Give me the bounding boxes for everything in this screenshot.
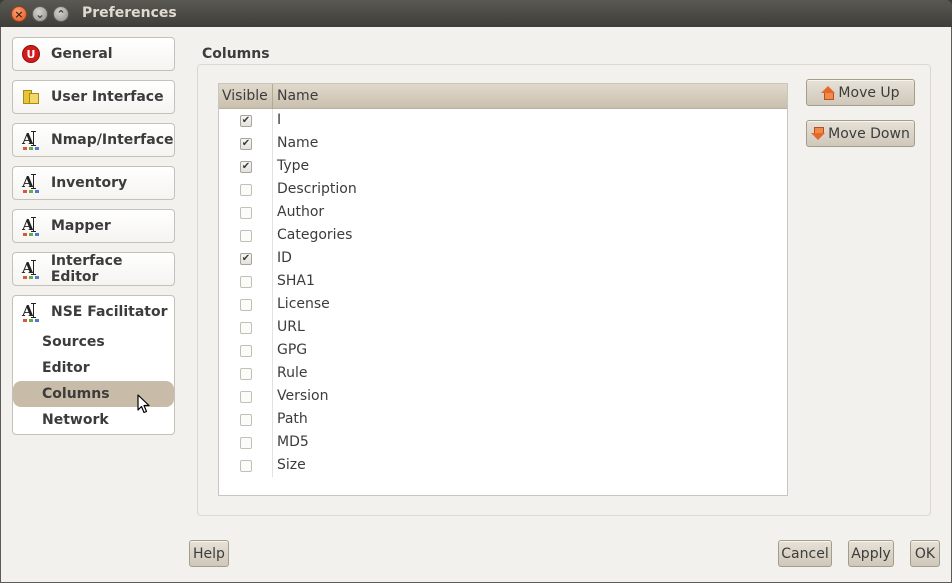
font-icon: A xyxy=(20,215,42,237)
column-row[interactable]: License xyxy=(219,294,787,317)
move-down-label: Move Down xyxy=(828,125,910,142)
name-column-header[interactable]: Name xyxy=(273,88,318,104)
font-icon: A xyxy=(20,172,42,194)
apply-button[interactable]: Apply xyxy=(848,540,894,567)
column-name: SHA1 xyxy=(277,273,315,289)
category-interface-editor-button[interactable]: A Interface Editor xyxy=(12,252,175,286)
column-row[interactable]: SHA1 xyxy=(219,271,787,294)
font-icon: A xyxy=(20,129,42,151)
close-window-button[interactable]: × xyxy=(11,6,27,22)
visible-checkbox[interactable] xyxy=(240,345,252,357)
category-label: User Interface xyxy=(51,89,164,105)
nse-item-sources[interactable]: Sources xyxy=(13,329,174,355)
arrow-down-icon xyxy=(811,126,826,141)
visible-column-header[interactable]: Visible xyxy=(219,83,273,109)
column-name: Categories xyxy=(277,227,353,243)
visible-checkbox[interactable]: ✔ xyxy=(240,115,252,127)
cancel-button[interactable]: Cancel xyxy=(778,540,832,567)
visible-checkbox[interactable] xyxy=(240,322,252,334)
visible-checkbox[interactable] xyxy=(240,460,252,472)
window-title: Preferences xyxy=(82,5,177,21)
columns-list-header: Visible Name xyxy=(219,83,787,109)
column-row[interactable]: Version xyxy=(219,386,787,409)
column-name: I xyxy=(277,112,282,128)
category-label: Nmap/Interface xyxy=(51,132,174,148)
nse-item-label: Columns xyxy=(42,386,110,402)
category-inventory-button[interactable]: A Inventory xyxy=(12,166,175,200)
move-up-button[interactable]: Move Up xyxy=(806,79,915,106)
category-user-interface-button[interactable]: User Interface xyxy=(12,80,175,114)
column-name: License xyxy=(277,296,330,312)
column-row[interactable]: GPG xyxy=(219,340,787,363)
umit-logo-icon: U xyxy=(20,43,42,65)
column-row[interactable]: Author xyxy=(219,202,787,225)
nse-item-network[interactable]: Network xyxy=(13,407,174,433)
visible-checkbox[interactable] xyxy=(240,437,252,449)
title-bar: × ⌄ ⌃ Preferences xyxy=(0,0,952,27)
column-row[interactable]: Categories xyxy=(219,225,787,248)
column-name: ID xyxy=(277,250,292,266)
category-label: Inventory xyxy=(51,175,128,191)
columns-frame-title: Columns xyxy=(202,46,274,62)
maximize-window-button[interactable]: ⌃ xyxy=(53,6,69,22)
visible-checkbox[interactable] xyxy=(240,276,252,288)
column-name: Size xyxy=(277,457,306,473)
column-row[interactable]: Rule xyxy=(219,363,787,386)
column-row[interactable]: ✔ Type xyxy=(219,156,787,179)
preferences-window: U General User Interface A Nmap/Interfac… xyxy=(0,27,952,583)
column-row[interactable]: URL xyxy=(219,317,787,340)
visible-checkbox[interactable] xyxy=(240,414,252,426)
category-nmap-interface-button[interactable]: A Nmap/Interface xyxy=(12,123,175,157)
visible-checkbox[interactable] xyxy=(240,391,252,403)
category-nse-facilitator-button[interactable]: A NSE Facilitator xyxy=(13,296,174,328)
help-button[interactable]: Help xyxy=(189,540,229,567)
visible-checkbox[interactable]: ✔ xyxy=(240,138,252,150)
column-row[interactable]: MD5 xyxy=(219,432,787,455)
column-name: MD5 xyxy=(277,434,309,450)
visible-checkbox[interactable] xyxy=(240,184,252,196)
column-name: Type xyxy=(277,158,310,174)
visible-checkbox[interactable] xyxy=(240,368,252,380)
visible-checkbox[interactable] xyxy=(240,230,252,242)
arrow-up-icon xyxy=(821,85,836,100)
column-name: Rule xyxy=(277,365,308,381)
nse-item-editor[interactable]: Editor xyxy=(13,355,174,381)
category-mapper-button[interactable]: A Mapper xyxy=(12,209,175,243)
column-name: Author xyxy=(277,204,325,220)
visible-checkbox[interactable]: ✔ xyxy=(240,253,252,265)
column-row[interactable]: ✔ Name xyxy=(219,133,787,156)
column-name: Path xyxy=(277,411,308,427)
column-name: Version xyxy=(277,388,329,404)
column-name: GPG xyxy=(277,342,308,358)
font-icon: A xyxy=(20,258,42,280)
column-row[interactable]: ✔ I xyxy=(219,110,787,133)
column-row[interactable]: ✔ ID xyxy=(219,248,787,271)
category-label: General xyxy=(51,46,113,62)
ok-button[interactable]: OK xyxy=(910,540,940,567)
nse-facilitator-group: A NSE Facilitator Sources Editor Columns… xyxy=(12,295,175,435)
column-name: Name xyxy=(277,135,319,151)
column-name: Description xyxy=(277,181,357,197)
column-row[interactable]: Description xyxy=(219,179,787,202)
category-label: Mapper xyxy=(51,218,111,234)
visible-checkbox[interactable]: ✔ xyxy=(240,161,252,173)
move-down-button[interactable]: Move Down xyxy=(806,120,915,147)
visible-checkbox[interactable] xyxy=(240,207,252,219)
user-interface-icon xyxy=(20,86,42,108)
nse-item-columns[interactable]: Columns xyxy=(13,381,174,414)
columns-list[interactable]: Visible Name ✔ I ✔ Name ✔ Type Description Auth… xyxy=(218,83,788,496)
column-row[interactable]: Size xyxy=(219,455,787,478)
category-general-button[interactable]: U General xyxy=(12,37,175,71)
font-icon: A xyxy=(20,301,42,323)
minimize-window-button[interactable]: ⌄ xyxy=(32,6,48,22)
category-label: Interface Editor xyxy=(50,253,123,285)
column-row[interactable]: Path xyxy=(219,409,787,432)
visible-checkbox[interactable] xyxy=(240,299,252,311)
column-name: URL xyxy=(277,319,305,335)
category-label: NSE Facilitator xyxy=(51,304,168,320)
move-up-label: Move Up xyxy=(838,84,900,101)
